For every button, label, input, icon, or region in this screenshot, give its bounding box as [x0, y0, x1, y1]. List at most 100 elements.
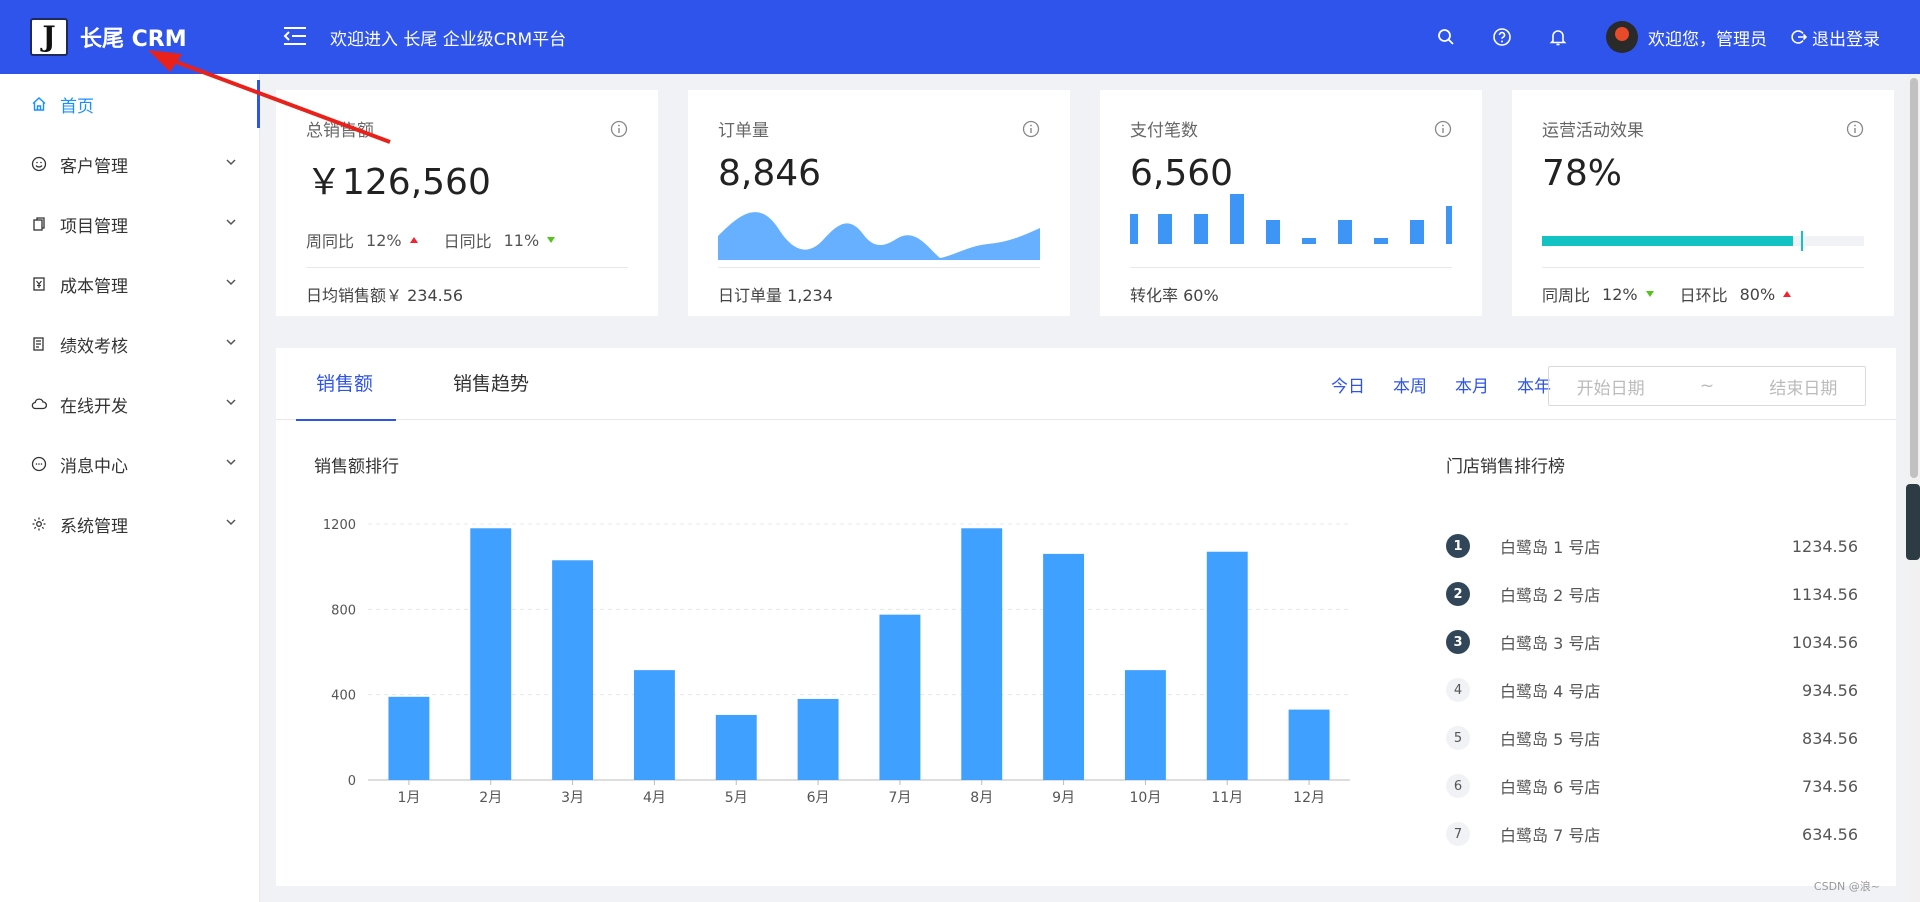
setting-icon	[30, 515, 48, 533]
logo[interactable]: J 长尾 CRM	[0, 18, 260, 56]
sidebar-item-online-dev[interactable]: 在线开发	[0, 374, 259, 434]
store-sales-value: 734.56	[1802, 776, 1858, 796]
chevron-down-icon	[226, 459, 236, 466]
sidebar-item-label: 客户管理	[60, 156, 128, 177]
menu-fold-icon[interactable]	[282, 25, 310, 49]
store-ranking-list: 1 白鹭岛 1 号店 1234.56 2 白鹭岛 2 号店 1134.56 3 白鹭岛 3 号…	[1446, 522, 1858, 858]
rank-badge: 5	[1446, 726, 1470, 750]
dod-value: 11%	[503, 230, 540, 250]
watermark: CSDN @浪~	[1813, 880, 1880, 893]
y-tick-label: 1200	[323, 518, 356, 533]
trend-up-icon	[409, 237, 418, 243]
bar	[388, 696, 430, 780]
scrollbar-thumb[interactable]	[1910, 78, 1918, 478]
avatar[interactable]	[1606, 21, 1638, 53]
chevron-down-icon	[226, 219, 236, 226]
card-title: 支付笔数	[1130, 121, 1198, 141]
info-icon[interactable]	[1846, 120, 1864, 138]
wow-value: 12%	[366, 230, 402, 250]
bell-icon[interactable]	[1546, 25, 1570, 49]
card-orders: 订单量 8,846 日订单量 1,234	[688, 90, 1070, 316]
sidebar-item-projects[interactable]: 项目管理	[0, 194, 259, 254]
end-date-input[interactable]: 结束日期	[1769, 374, 1837, 399]
range-today[interactable]: 今日	[1331, 372, 1365, 397]
x-tick-label: 7月	[888, 790, 911, 806]
list-item: 3 白鹭岛 3 号店 1034.56	[1446, 618, 1858, 666]
list-item: 1 白鹭岛 1 号店 1234.56	[1446, 522, 1858, 570]
logout-button[interactable]: 退出登录	[1791, 25, 1880, 50]
rank-badge: 1	[1446, 534, 1470, 558]
card-title: 运营活动效果	[1542, 121, 1644, 141]
list-item: 4 白鹭岛 4 号店 934.56	[1446, 666, 1858, 714]
logo-mark: J	[30, 18, 68, 56]
date-range-picker[interactable]: 开始日期 ~ 结束日期	[1548, 366, 1866, 406]
sidebar-item-label: 成本管理	[60, 276, 128, 297]
range-separator: ~	[1699, 376, 1715, 396]
rank-title: 门店销售排行榜	[1446, 457, 1565, 477]
trend-down-icon	[547, 237, 556, 243]
range-year[interactable]: 本年	[1517, 372, 1551, 397]
tab-bar: 销售额 销售趋势 今日 本周 本月 本年 开始日期 ~ 结束日期	[276, 348, 1896, 421]
card-value: 78%	[1542, 153, 1623, 194]
card-footer: 日均销售额￥ 234.56	[306, 267, 628, 306]
sidebar-item-home[interactable]: 首页	[0, 74, 260, 134]
bar	[470, 528, 512, 780]
sales-bar-chart: 0 400 800 1200 1月 2月 3月 4月 5月 6月 7月 8月 9月 10月 11月 12月	[323, 518, 1350, 806]
store-sales-value: 1234.56	[1791, 536, 1858, 556]
bar	[633, 670, 675, 780]
wow-label: 周同比	[306, 232, 355, 251]
x-tick-label: 9月	[1052, 790, 1075, 806]
tab-sales[interactable]: 销售额	[276, 348, 413, 421]
list-item: 6 白鹭岛 6 号店 734.56	[1446, 762, 1858, 810]
x-tick-label: 5月	[725, 790, 748, 806]
store-name: 白鹭岛 2 号店	[1500, 586, 1601, 605]
sidebar-item-system[interactable]: 系统管理	[0, 494, 259, 554]
wow-value: 12%	[1602, 284, 1638, 304]
chevron-down-icon	[226, 159, 236, 166]
y-tick-label: 0	[348, 774, 356, 789]
chevron-down-icon	[226, 399, 236, 406]
chevron-down-icon	[226, 519, 236, 526]
sidebar-item-label: 系统管理	[60, 516, 128, 537]
y-tick-label: 800	[331, 603, 356, 618]
rank-badge: 7	[1446, 822, 1470, 846]
store-sales-value: 634.56	[1802, 824, 1858, 844]
user-greeting[interactable]: 欢迎您，管理员	[1648, 25, 1767, 50]
start-date-input[interactable]: 开始日期	[1577, 374, 1645, 399]
smile-icon	[30, 155, 48, 173]
info-icon[interactable]	[610, 120, 628, 138]
store-name: 白鹭岛 5 号店	[1500, 730, 1601, 749]
sidebar-item-costs[interactable]: 成本管理	[0, 254, 259, 314]
side-widget[interactable]	[1906, 484, 1920, 560]
tab-sales-trend[interactable]: 销售趋势	[413, 348, 569, 420]
range-selector: 今日 本周 本月 本年	[1303, 348, 1551, 420]
logout-icon	[1791, 30, 1807, 44]
x-tick-label: 10月	[1130, 790, 1162, 806]
trend-down-icon	[1645, 291, 1654, 297]
bar	[552, 560, 594, 780]
x-tick-label: 6月	[807, 790, 830, 806]
home-icon	[30, 95, 48, 113]
progress-fill	[1542, 236, 1794, 246]
sidebar-item-customers[interactable]: 客户管理	[0, 134, 259, 194]
dod-value: 80%	[1739, 284, 1776, 304]
range-month[interactable]: 本月	[1455, 372, 1489, 397]
help-icon[interactable]	[1490, 25, 1514, 49]
top-header: J 长尾 CRM 欢迎进入 长尾 企业级CRM平台 欢迎您，管理员 退出登录	[0, 0, 1920, 74]
info-icon[interactable]	[1022, 120, 1040, 138]
bar	[879, 614, 921, 780]
welcome-text: 欢迎进入 长尾 企业级CRM平台	[330, 29, 567, 50]
range-week[interactable]: 本周	[1393, 372, 1427, 397]
store-sales-value: 834.56	[1802, 728, 1858, 748]
cloud-icon	[30, 395, 48, 413]
x-tick-label: 3月	[561, 790, 584, 806]
search-icon[interactable]	[1434, 25, 1458, 49]
card-footer: 日订单量 1,234	[718, 267, 1040, 306]
sidebar-item-performance[interactable]: 绩效考核	[0, 314, 259, 374]
sidebar-item-messages[interactable]: 消息中心	[0, 434, 259, 494]
money-icon	[30, 275, 48, 293]
info-icon[interactable]	[1434, 120, 1452, 138]
bar	[1124, 670, 1166, 780]
logout-label: 退出登录	[1812, 29, 1880, 50]
bar	[1206, 551, 1248, 780]
